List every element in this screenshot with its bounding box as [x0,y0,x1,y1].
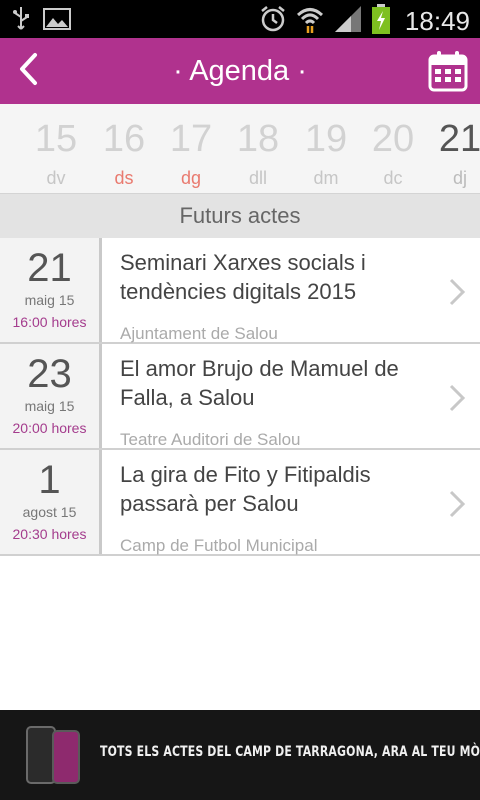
wifi-icon [295,4,325,39]
day-item[interactable]: 20 dc [358,118,428,189]
signal-icon [333,4,363,39]
chevron-right-icon [448,384,466,412]
event-title: El amor Brujo de Mamuel de Falla, a Salo… [120,356,399,410]
event-list: 21 maig 15 16:00 hores Seminari Xarxes s… [0,238,480,556]
day-item[interactable]: 18 dll [223,118,293,189]
day-number: 21 [438,118,480,160]
alarm-icon [259,4,287,39]
event-row[interactable]: 21 maig 15 16:00 hores Seminari Xarxes s… [0,238,480,344]
day-number: 19 [304,118,348,160]
event-date: 21 maig 15 16:00 hores [0,238,102,342]
ad-banner[interactable]: TOTS ELS ACTES DEL CAMP DE TARRAGONA, AR… [0,710,480,800]
day-number: 18 [236,118,280,160]
event-time: 16:00 hores [12,314,87,330]
phone-image [52,730,80,784]
event-place: Camp de Futbol Municipal [120,536,318,555]
status-bar: 18:49 [0,0,480,38]
calendar-icon [428,51,468,96]
day-item-selected[interactable]: 21 dj [425,118,480,189]
day-item[interactable]: 15 dv [21,118,91,189]
event-info: El amor Brujo de Mamuel de Falla, a Salo… [120,354,430,449]
event-title: La gira de Fito y Fitipaldis passarà per… [120,462,371,516]
day-item[interactable]: 16 ds [89,118,159,189]
event-month: agost 15 [22,504,77,520]
event-date: 1 agost 15 20:30 hores [0,450,102,554]
day-name: dj [452,168,467,188]
day-number: 15 [34,118,78,160]
event-date: 23 maig 15 20:00 hores [0,344,102,448]
event-info: La gira de Fito y Fitipaldis passarà per… [120,460,430,555]
calendar-button[interactable] [428,50,468,92]
event-info: Seminari Xarxes socials i tendències dig… [120,248,430,343]
day-name: ds [114,168,134,188]
event-day: 23 [27,352,72,396]
event-place: Teatre Auditori de Salou [120,430,301,449]
event-month: maig 15 [24,398,75,414]
chevron-right-icon [448,278,466,306]
event-place: Ajuntament de Salou [120,324,278,343]
status-time: 18:49 [404,6,470,36]
chevron-right-icon [448,490,466,518]
day-name: dv [46,168,66,188]
page-title: · Agenda · [173,55,307,87]
day-item[interactable]: 17 dg [156,118,226,189]
event-day: 21 [27,246,72,290]
event-title: Seminari Xarxes socials i tendències dig… [120,250,366,304]
event-time: 20:30 hores [12,526,87,542]
day-strip: 15 dv 16 ds 17 dg 18 dll 19 dm 20 dc 21 … [0,104,480,194]
day-item[interactable]: 19 dm [291,118,361,189]
section-header: Futurs actes [0,194,480,238]
day-name: dll [248,168,267,188]
day-name: dc [383,168,403,188]
usb-icon [10,5,32,38]
battery-charging-icon [371,3,391,40]
chevron-left-icon [17,52,39,91]
event-row[interactable]: 23 maig 15 20:00 hores El amor Brujo de … [0,344,480,450]
day-name: dg [180,168,202,188]
event-day: 1 [38,458,61,502]
app-bar: · Agenda · [0,38,480,104]
day-name: dm [313,168,339,188]
event-row[interactable]: 1 agost 15 20:30 hores La gira de Fito y… [0,450,480,556]
event-time: 20:00 hores [12,420,87,436]
day-number: 17 [169,118,213,160]
event-month: maig 15 [24,292,75,308]
day-number: 20 [371,118,415,160]
back-button[interactable] [6,47,50,95]
image-icon [42,6,72,37]
banner-text: TOTS ELS ACTES DEL CAMP DE TARRAGONA, AR… [100,744,480,760]
day-number: 16 [102,118,146,160]
